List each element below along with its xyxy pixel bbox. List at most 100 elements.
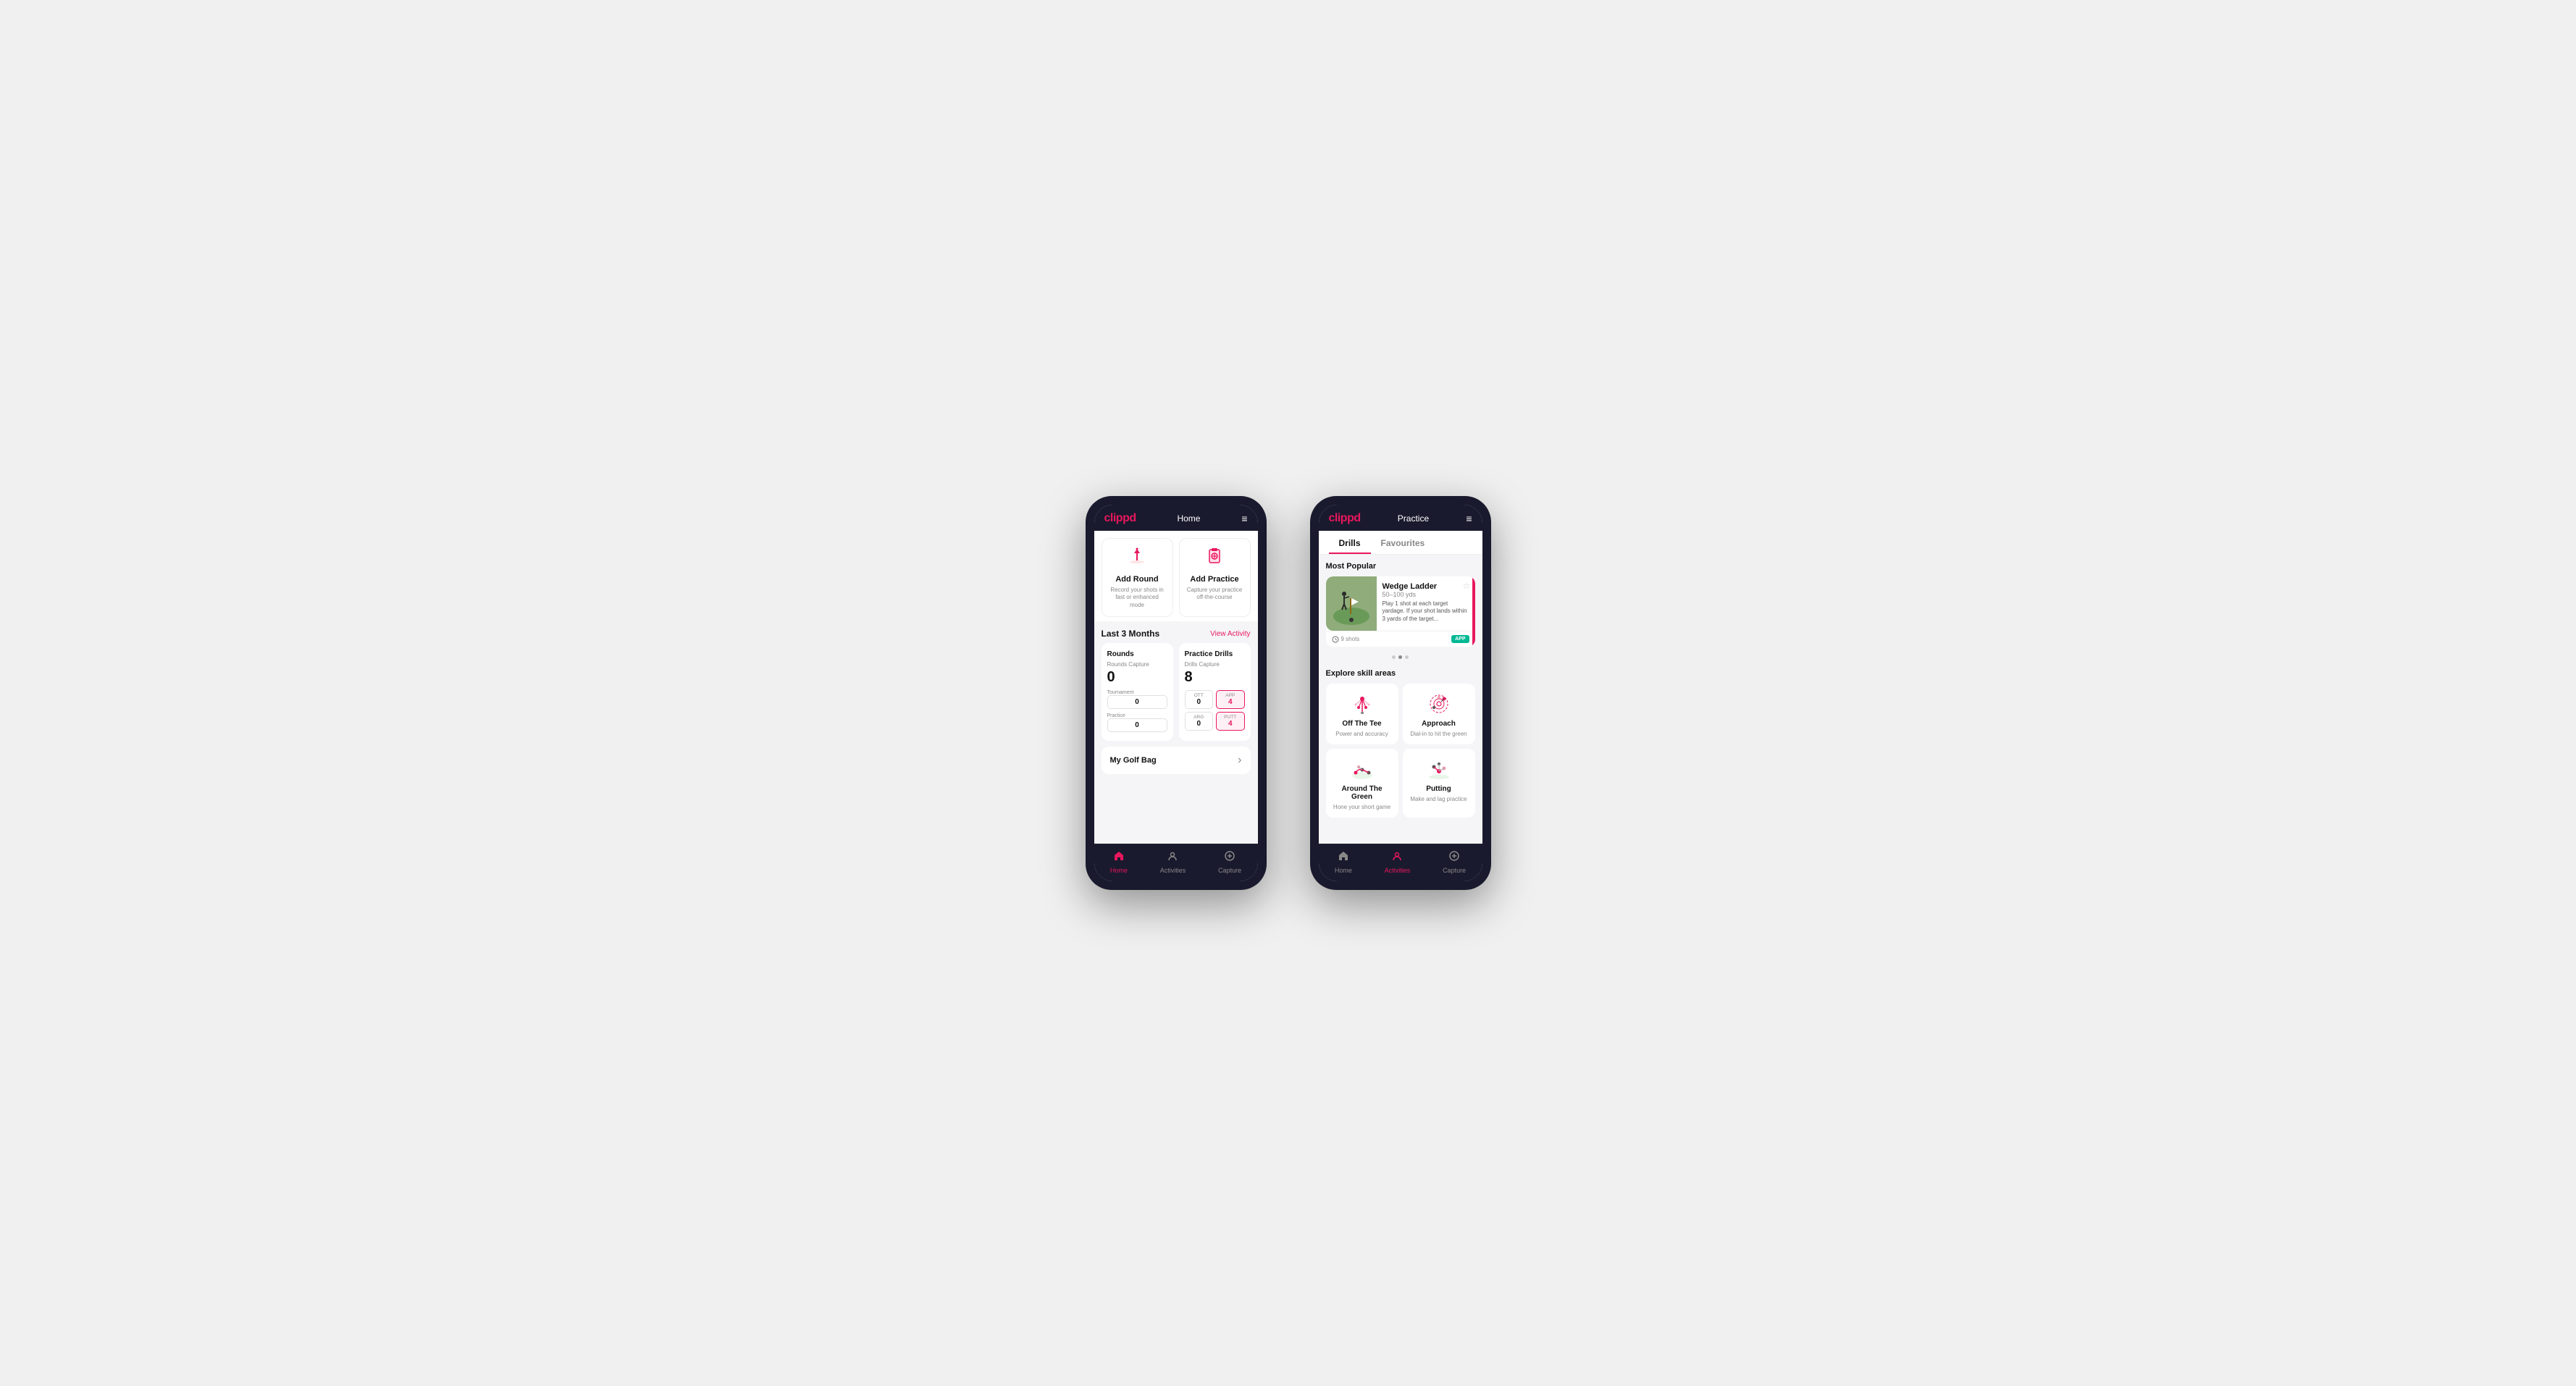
phone1-header: clippd Home ≡ [1094, 505, 1258, 531]
shots-badge: 9 shots [1332, 636, 1360, 643]
practice-drills-card: Practice Drills Drills Capture 8 OTT 0 A… [1179, 643, 1251, 741]
rounds-card: Rounds Rounds Capture 0 Tournament 0 Pra… [1102, 643, 1173, 741]
tournament-value: 0 [1135, 698, 1139, 706]
approach-icon [1425, 691, 1453, 717]
star-icon[interactable]: ☆ [1463, 581, 1471, 591]
nav-capture-label: Capture [1218, 867, 1241, 874]
activity-section-header: Last 3 Months View Activity [1094, 621, 1258, 643]
dot-2 [1398, 655, 1402, 659]
phone2-menu-icon[interactable]: ≡ [1466, 513, 1472, 524]
nav-activities[interactable]: Activities [1160, 850, 1186, 874]
add-round-title: Add Round [1115, 575, 1158, 584]
rounds-title: Rounds [1107, 650, 1167, 658]
featured-card-subtitle: 50–100 yds [1383, 591, 1469, 598]
putt-value: 4 [1228, 720, 1233, 728]
most-popular-section: Most Popular [1319, 555, 1482, 651]
add-practice-card[interactable]: Add Practice Capture your practice off-t… [1179, 538, 1251, 617]
explore-title: Explore skill areas [1326, 669, 1475, 678]
off-the-tee-desc: Power and accuracy [1335, 731, 1388, 737]
around-the-green-title: Around The Green [1332, 785, 1393, 801]
featured-card-image [1326, 576, 1377, 631]
app-badge: APP [1451, 635, 1469, 643]
featured-card-content: ☆ Wedge Ladder 50–100 yds Play 1 shot at… [1377, 576, 1475, 631]
golf-bag-label: My Golf Bag [1110, 756, 1157, 765]
approach-desc: Dial-in to hit the green [1410, 731, 1467, 737]
add-practice-icon [1204, 546, 1225, 571]
dot-3 [1405, 655, 1409, 659]
phone2-logo: clippd [1329, 512, 1361, 525]
skill-putting[interactable]: Putting Make and lag practice [1403, 749, 1475, 818]
rounds-capture-label: Rounds Capture [1107, 661, 1167, 668]
add-round-icon [1127, 546, 1147, 571]
tab-drills[interactable]: Drills [1329, 531, 1371, 554]
nav2-capture[interactable]: Capture [1443, 850, 1466, 874]
skill-approach[interactable]: Approach Dial-in to hit the green [1403, 684, 1475, 744]
arg-value: 0 [1196, 720, 1201, 728]
add-practice-title: Add Practice [1190, 575, 1238, 584]
nav2-home[interactable]: Home [1335, 850, 1352, 874]
drills-row-1: OTT 0 APP 4 [1185, 690, 1245, 709]
capture-icon [1224, 850, 1235, 865]
drills-row-2: ARG 0 PUTT 4 [1185, 712, 1245, 731]
nav-capture[interactable]: Capture [1218, 850, 1241, 874]
ott-label: OTT [1194, 693, 1204, 698]
phone1-menu-icon[interactable]: ≡ [1241, 513, 1247, 524]
arg-box: ARG 0 [1185, 712, 1214, 731]
putting-title: Putting [1426, 785, 1451, 793]
phone2-title: Practice [1398, 513, 1429, 524]
off-the-tee-title: Off The Tee [1342, 720, 1381, 728]
off-the-tee-icon [1348, 691, 1377, 717]
explore-section: Explore skill areas [1319, 663, 1482, 825]
action-cards: Add Round Record your shots in fast or e… [1094, 531, 1258, 621]
drills-total: 8 [1185, 669, 1245, 686]
drills-capture-label: Drills Capture [1185, 661, 1245, 668]
practice-value: 0 [1135, 721, 1139, 729]
practice-tabs: Drills Favourites [1319, 531, 1482, 555]
golf-bag-row[interactable]: My Golf Bag › [1102, 747, 1251, 774]
approach-title: Approach [1422, 720, 1456, 728]
featured-card-title: Wedge Ladder [1383, 582, 1469, 591]
skill-around-the-green[interactable]: Around The Green Hone your short game [1326, 749, 1398, 818]
add-round-desc: Record your shots in fast or enhanced mo… [1108, 587, 1167, 609]
dot-1 [1392, 655, 1396, 659]
activities2-icon [1391, 850, 1403, 865]
shots-count: 9 shots [1341, 636, 1360, 642]
featured-card-wrapper: ☆ Wedge Ladder 50–100 yds Play 1 shot at… [1326, 576, 1475, 647]
most-popular-title: Most Popular [1326, 562, 1475, 571]
tournament-box: 0 [1107, 695, 1167, 709]
drills-title: Practice Drills [1185, 650, 1245, 658]
activity-title: Last 3 Months [1102, 629, 1160, 639]
phone2-header: clippd Practice ≡ [1319, 505, 1482, 531]
putting-desc: Make and lag practice [1410, 796, 1467, 802]
add-round-card[interactable]: Add Round Record your shots in fast or e… [1102, 538, 1173, 617]
home2-icon [1338, 850, 1349, 865]
skill-grid: Off The Tee Power and accuracy [1326, 684, 1475, 818]
stats-container: Rounds Rounds Capture 0 Tournament 0 Pra… [1094, 643, 1258, 747]
golf-bag-chevron: › [1238, 754, 1241, 767]
arg-label: ARG [1193, 715, 1204, 720]
view-activity-link[interactable]: View Activity [1210, 630, 1250, 638]
practice-box: 0 [1107, 718, 1167, 732]
phone-1: clippd Home ≡ Add Round [1086, 496, 1267, 890]
capture2-icon [1448, 850, 1460, 865]
app-box: APP 4 [1216, 690, 1245, 709]
phone1-logo: clippd [1104, 512, 1136, 525]
home-icon [1113, 850, 1125, 865]
nav-home[interactable]: Home [1110, 850, 1128, 874]
featured-card[interactable]: ☆ Wedge Ladder 50–100 yds Play 1 shot at… [1326, 576, 1475, 631]
skill-off-the-tee[interactable]: Off The Tee Power and accuracy [1326, 684, 1398, 744]
nav-activities-label: Activities [1160, 867, 1186, 874]
phone1-content: Add Round Record your shots in fast or e… [1094, 531, 1258, 844]
nav2-home-label: Home [1335, 867, 1352, 874]
ott-value: 0 [1196, 698, 1201, 706]
phone2-content: Drills Favourites Most Popular [1319, 531, 1482, 844]
nav2-capture-label: Capture [1443, 867, 1466, 874]
featured-card-desc: Play 1 shot at each target yardage. If y… [1383, 600, 1469, 623]
nav2-activities[interactable]: Activities [1385, 850, 1411, 874]
app-label: APP [1225, 693, 1235, 698]
tab-favourites[interactable]: Favourites [1371, 531, 1435, 554]
putt-box: PUTT 4 [1216, 712, 1245, 731]
dots-indicator [1319, 651, 1482, 663]
rounds-total: 0 [1107, 669, 1167, 686]
add-practice-desc: Capture your practice off-the-course [1186, 587, 1244, 602]
